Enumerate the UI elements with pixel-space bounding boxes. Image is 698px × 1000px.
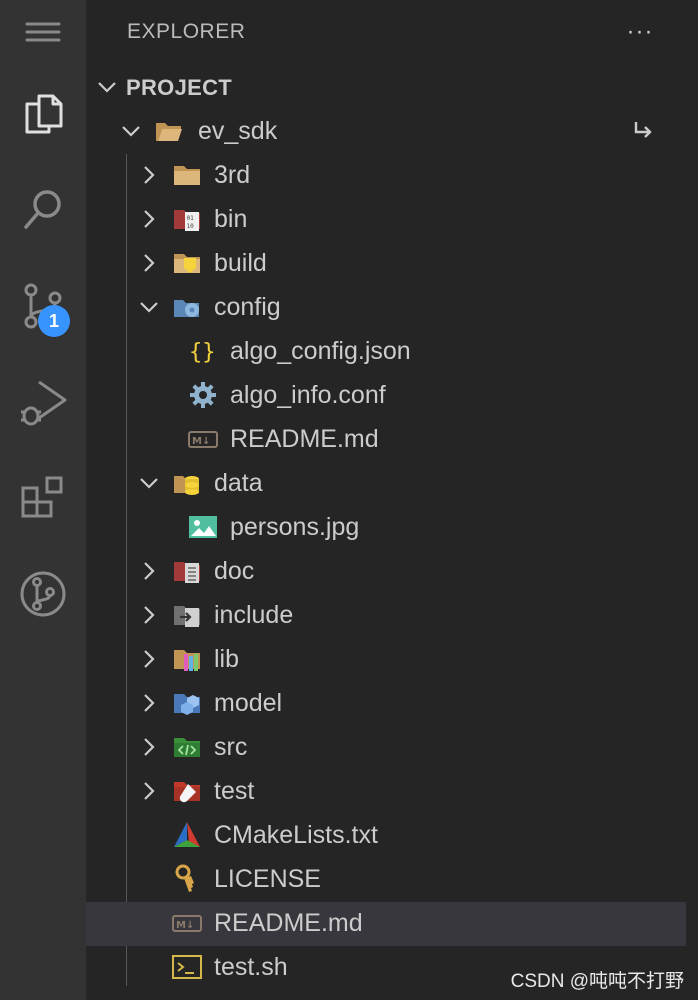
tree-item-bin[interactable]: 01 10 bin [86, 198, 698, 242]
tree-label: config [214, 293, 281, 321]
json-icon: {} [189, 340, 216, 365]
chevron-down-icon [140, 302, 158, 313]
extensions-icon[interactable] [0, 458, 86, 538]
menu-icon[interactable] [0, 0, 86, 64]
image-icon [189, 516, 217, 538]
build-folder-icon [174, 254, 200, 273]
tree-item-readme-md-selected[interactable]: M↓ README.md [86, 902, 686, 946]
more-actions-button[interactable]: ··· [624, 16, 656, 48]
tree-label: lib [214, 645, 240, 673]
source-control-icon[interactable] [0, 266, 86, 346]
tree-label: test [214, 777, 255, 805]
chevron-down-icon [122, 126, 140, 137]
tree-item-model[interactable]: model [86, 682, 698, 726]
tree-label: include [214, 601, 294, 629]
include-folder-icon [174, 606, 200, 627]
chevron-right-icon [144, 210, 155, 228]
explorer-icon[interactable] [0, 74, 86, 154]
model-folder-icon [174, 694, 200, 715]
git-graph-icon[interactable] [0, 554, 86, 634]
tree-label: persons.jpg [230, 513, 360, 541]
chevron-down-icon [98, 82, 116, 93]
chevron-right-icon [144, 254, 155, 272]
shell-icon [172, 955, 202, 979]
tree-label: test.sh [214, 953, 288, 981]
markdown-icon: M↓ [172, 915, 202, 932]
tree-label: README.md [230, 425, 379, 453]
tree-label: CMakeLists.txt [214, 821, 378, 849]
license-icon [175, 864, 194, 892]
chevron-right-icon [144, 650, 155, 668]
chevron-right-icon [144, 562, 155, 580]
chevron-right-icon [144, 738, 155, 756]
redirect-arrow-icon[interactable] [630, 118, 658, 146]
watermark: CSDN @吨吨不打野 [510, 971, 684, 992]
doc-folder-icon [174, 562, 200, 583]
tree-label: build [214, 249, 267, 277]
tree-item-cmakelists-txt[interactable]: CMakeLists.txt [86, 814, 698, 858]
chevron-right-icon [144, 606, 155, 624]
tree-item-algo_info-conf[interactable]: algo_info.conf [86, 374, 698, 418]
tree-label: src [214, 733, 248, 761]
tree-item-lib[interactable]: lib [86, 638, 698, 682]
tree-label: bin [214, 205, 248, 233]
data-folder-icon [174, 476, 199, 495]
tree-item-include[interactable]: include [86, 594, 698, 638]
tree-item-readme-md[interactable]: M↓ README.md [86, 418, 698, 462]
folder-icon [174, 166, 200, 185]
tree-item-config[interactable]: config [86, 286, 698, 330]
tree-item-license[interactable]: LICENSE [86, 858, 698, 902]
explorer-title: EXPLORER [127, 20, 246, 43]
chevron-down-icon [140, 478, 158, 489]
run-debug-icon[interactable] [0, 362, 86, 442]
lib-folder-icon [174, 650, 200, 671]
source-control-badge: 1 [38, 305, 70, 337]
folder-open-icon [156, 123, 182, 141]
section-header-project[interactable]: PROJECT [86, 66, 698, 110]
svg-text:{}: {} [189, 340, 216, 365]
tree-label: 3rd [214, 161, 251, 189]
gear-icon [190, 382, 216, 408]
bin-folder-icon: 0110 [174, 210, 200, 231]
search-icon[interactable] [0, 170, 86, 250]
tree-root-ev_sdk[interactable]: ev_sdk [86, 110, 698, 154]
tree-item-algo_config-json[interactable]: {} algo_config.json [86, 330, 698, 374]
src-folder-icon [174, 738, 200, 757]
section-title: PROJECT [126, 75, 233, 100]
explorer-sidebar: EXPLORER ··· PROJECT ev_sdk 3rd 01 10 bin… [86, 0, 698, 1000]
config-folder-icon [174, 300, 199, 317]
tree-item-test[interactable]: test [86, 770, 698, 814]
tree-item-persons-jpg[interactable]: persons.jpg [86, 506, 698, 550]
tree-item-src[interactable]: src [86, 726, 698, 770]
tree-item-doc[interactable]: doc [86, 550, 698, 594]
tree-item-build[interactable]: build [86, 242, 698, 286]
tree-label: algo_config.json [230, 337, 411, 365]
tree-label: doc [214, 557, 255, 585]
tree-label: LICENSE [214, 865, 321, 893]
test-folder-icon [174, 782, 200, 803]
svg-text:M↓: M↓ [176, 920, 194, 931]
tree-label: algo_info.conf [230, 381, 386, 409]
tree-item-3rd[interactable]: 3rd [86, 154, 698, 198]
svg-text:M↓: M↓ [192, 436, 210, 447]
svg-text:10: 10 [187, 223, 195, 230]
tree-label: data [214, 469, 263, 497]
svg-text:01: 01 [187, 215, 195, 222]
tree-label: model [214, 689, 283, 717]
chevron-right-icon [144, 166, 155, 184]
tree-item-data[interactable]: data [86, 462, 698, 506]
chevron-right-icon [144, 782, 155, 800]
tree-label: README.md [214, 909, 363, 937]
activity-bar: 1 [0, 0, 86, 1000]
chevron-right-icon [144, 694, 155, 712]
tree-label: ev_sdk [198, 117, 278, 145]
cmake-icon [174, 822, 200, 847]
markdown-icon: M↓ [188, 431, 218, 448]
